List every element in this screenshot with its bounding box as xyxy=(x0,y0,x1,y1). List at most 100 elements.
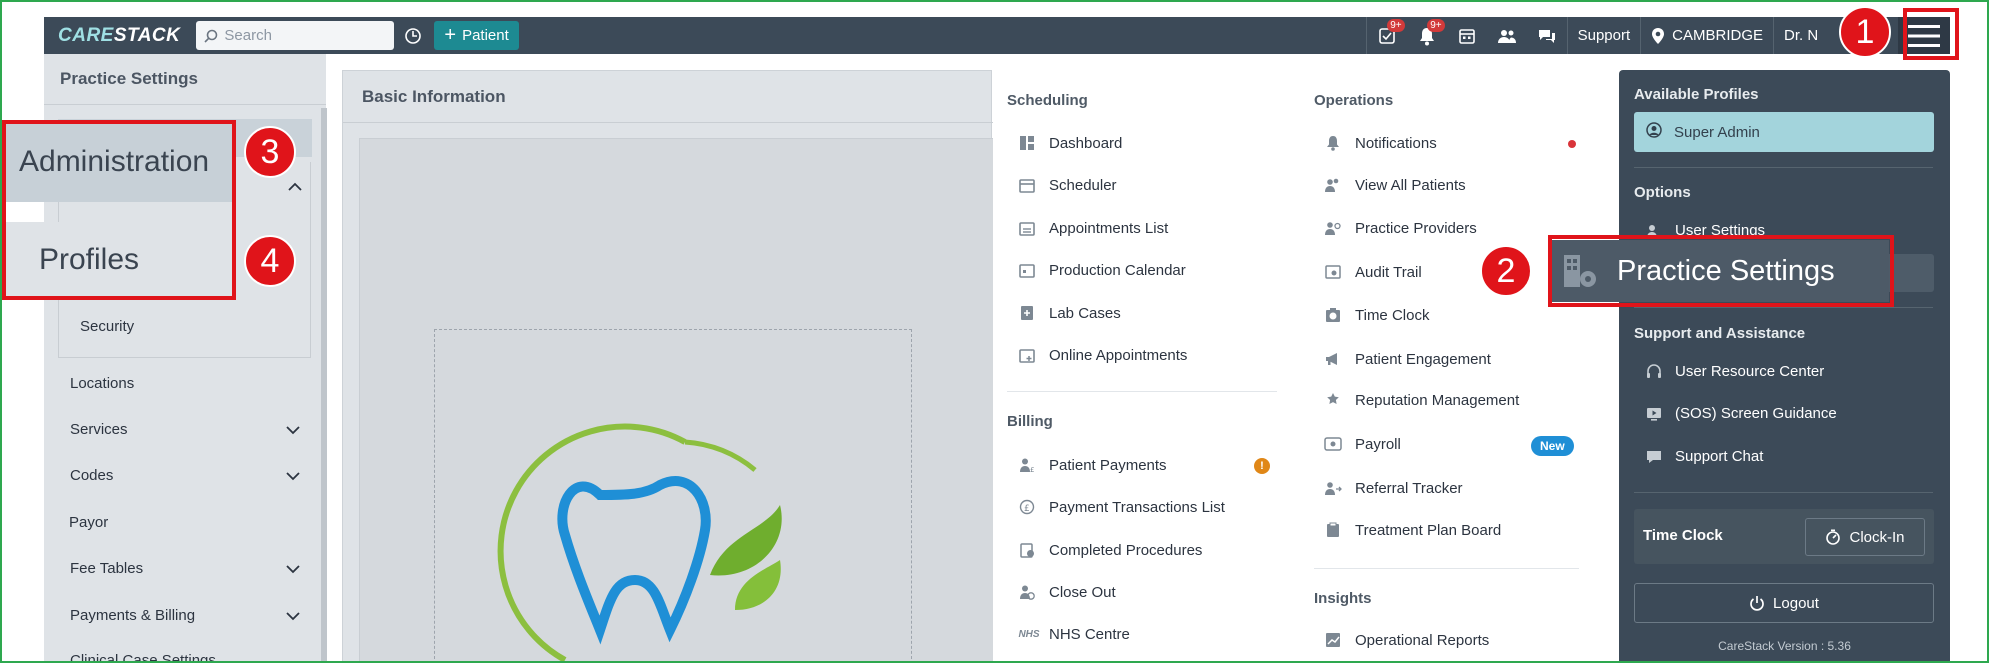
menu-item-scheduler[interactable]: Scheduler xyxy=(1018,176,1117,194)
callout-administration-profiles xyxy=(2,120,236,300)
menu-item-view-all-patients[interactable]: View All Patients xyxy=(1324,176,1466,194)
menu-item-completed-procedures[interactable]: Completed Procedures xyxy=(1018,541,1202,559)
menu-item-payment-transactions-list[interactable]: £ Payment Transactions List xyxy=(1018,498,1225,516)
audit-icon xyxy=(1324,263,1342,281)
menu-item-operational-reports[interactable]: Operational Reports xyxy=(1324,631,1489,649)
menu-item-audit-trail[interactable]: Audit Trail xyxy=(1324,263,1422,281)
payroll-icon xyxy=(1324,435,1342,453)
user-resource-center-link[interactable]: User Resource Center xyxy=(1645,363,1824,380)
report-chart-icon xyxy=(1324,631,1342,649)
users-icon[interactable] xyxy=(1487,17,1527,54)
menu-item-lab-cases[interactable]: Lab Cases xyxy=(1018,304,1121,322)
step-number-2: 2 xyxy=(1480,245,1532,297)
menu-item-notifications[interactable]: Notifications xyxy=(1324,134,1437,152)
step-number-1: 1 xyxy=(1839,6,1891,58)
notifications-bell-icon[interactable]: 9+ xyxy=(1407,17,1447,54)
global-search-input[interactable]: Search xyxy=(196,21,395,50)
tasks-icon[interactable]: 9+ xyxy=(1367,17,1407,54)
scheduling-heading: Scheduling xyxy=(1007,92,1088,109)
insights-heading: Insights xyxy=(1314,590,1372,607)
menu-item-dashboard[interactable]: Dashboard xyxy=(1018,134,1122,152)
basic-information-title: Basic Information xyxy=(362,87,506,106)
clipboard-check-icon xyxy=(1018,541,1036,559)
bell-icon xyxy=(1324,134,1342,152)
sidebar-item-security[interactable]: Security xyxy=(80,318,134,335)
menu-item-practice-providers[interactable]: Practice Providers xyxy=(1324,219,1477,237)
carestack-logo[interactable]: CARESTACK xyxy=(58,25,180,47)
dental-logo-image xyxy=(497,423,782,663)
operations-heading: Operations xyxy=(1314,92,1394,109)
add-patient-button[interactable]: + Patient xyxy=(434,21,519,50)
billing-heading: Billing xyxy=(1007,413,1053,430)
sidebar-item-fee-tables[interactable]: Fee Tables xyxy=(70,560,143,577)
menu-item-time-clock[interactable]: Time Clock xyxy=(1324,306,1429,324)
menu-item-nhs-centre[interactable]: NHS NHS Centre xyxy=(1018,625,1129,643)
sidebar-item-services[interactable]: Services xyxy=(70,421,128,438)
sidebar-item-codes[interactable]: Codes xyxy=(70,467,113,484)
logout-button[interactable]: Logout xyxy=(1634,583,1934,623)
dashboard-icon xyxy=(1018,134,1036,152)
sidebar-item-payments-billing[interactable]: Payments & Billing xyxy=(70,607,195,624)
new-badge: New xyxy=(1531,436,1574,456)
calendar-plus-icon xyxy=(1018,346,1036,364)
menu-item-referral-tracker[interactable]: Referral Tracker xyxy=(1324,479,1463,497)
monitor-play-icon xyxy=(1645,406,1663,422)
sidebar-title: Practice Settings xyxy=(60,69,198,88)
search-placeholder: Search xyxy=(224,27,272,44)
sidebar-item-payor[interactable]: Payor xyxy=(69,514,108,531)
referral-icon xyxy=(1324,479,1342,497)
screen-guidance-link[interactable]: (SOS) Screen Guidance xyxy=(1645,405,1837,422)
unread-indicator xyxy=(1568,140,1576,148)
sidebar-scrollbar[interactable] xyxy=(321,108,327,663)
menu-item-reputation-management[interactable]: Reputation Management xyxy=(1324,391,1519,409)
stopwatch-icon xyxy=(1826,529,1841,545)
menu-item-patient-payments[interactable]: £ Patient Payments xyxy=(1018,456,1167,474)
patient-payment-icon: £ xyxy=(1018,456,1036,474)
sidebar-item-locations[interactable]: Locations xyxy=(70,375,134,392)
location-pin-icon xyxy=(1652,27,1665,44)
calendar-icon xyxy=(1018,261,1036,279)
chevron-down-icon[interactable] xyxy=(286,565,300,574)
support-link[interactable]: Support xyxy=(1568,17,1641,54)
menu-item-close-out[interactable]: Close Out xyxy=(1018,583,1116,601)
chevron-down-icon[interactable] xyxy=(286,426,300,435)
top-navigation-bar: CARESTACK Search +Patient 9+ 9+ Support xyxy=(44,17,1950,54)
nhs-icon: NHS xyxy=(1018,628,1040,640)
chat-icon[interactable] xyxy=(1527,17,1567,54)
time-clock-icon xyxy=(1324,306,1342,324)
warning-badge: ! xyxy=(1254,458,1270,474)
time-clock-label: Time Clock xyxy=(1643,527,1723,544)
profile-super-admin[interactable]: Super Admin xyxy=(1634,112,1934,152)
support-chat-link[interactable]: Support Chat xyxy=(1645,448,1763,465)
menu-item-production-calendar[interactable]: Production Calendar xyxy=(1018,261,1186,279)
time-clock-box: Time Clock Clock-In xyxy=(1634,509,1934,564)
chevron-down-icon[interactable] xyxy=(286,612,300,621)
app-version: CareStack Version : 5.36 xyxy=(1718,639,1851,653)
calendar-icon xyxy=(1018,176,1036,194)
menu-item-treatment-plan-board[interactable]: Treatment Plan Board xyxy=(1324,521,1501,539)
chevron-down-icon[interactable] xyxy=(286,472,300,481)
lab-case-icon xyxy=(1018,304,1036,322)
svg-text:£: £ xyxy=(1030,466,1034,473)
basic-information-panel: Basic Information xyxy=(342,70,999,663)
clock-in-button[interactable]: Clock-In xyxy=(1805,518,1925,556)
logo-drop-zone[interactable] xyxy=(434,329,912,663)
step-number-4: 4 xyxy=(244,235,296,287)
chat-bubble-icon xyxy=(1645,449,1663,465)
menu-item-payroll[interactable]: Payroll xyxy=(1324,435,1401,453)
search-icon xyxy=(204,29,218,43)
menu-item-appointments-list[interactable]: Appointments List xyxy=(1018,219,1168,237)
menu-item-online-appointments[interactable]: Online Appointments xyxy=(1018,346,1187,364)
patients-icon xyxy=(1324,176,1342,194)
quick-pay-icon[interactable] xyxy=(400,23,426,49)
location-selector[interactable]: CAMBRIDGE xyxy=(1641,17,1773,54)
menu-item-patient-engagement[interactable]: Patient Engagement xyxy=(1324,350,1491,368)
sidebar-item-clinical-case-settings[interactable]: Clinical Case Settings xyxy=(70,652,216,663)
svg-text:£: £ xyxy=(1024,504,1030,514)
available-profiles-heading: Available Profiles xyxy=(1634,86,1759,103)
pound-cycle-icon: £ xyxy=(1018,498,1036,516)
profile-panel: Available Profiles Super Admin Options U… xyxy=(1619,70,1950,663)
clipboard-icon xyxy=(1324,521,1342,539)
calendar-icon[interactable] xyxy=(1447,17,1487,54)
tasks-badge: 9+ xyxy=(1387,19,1405,32)
